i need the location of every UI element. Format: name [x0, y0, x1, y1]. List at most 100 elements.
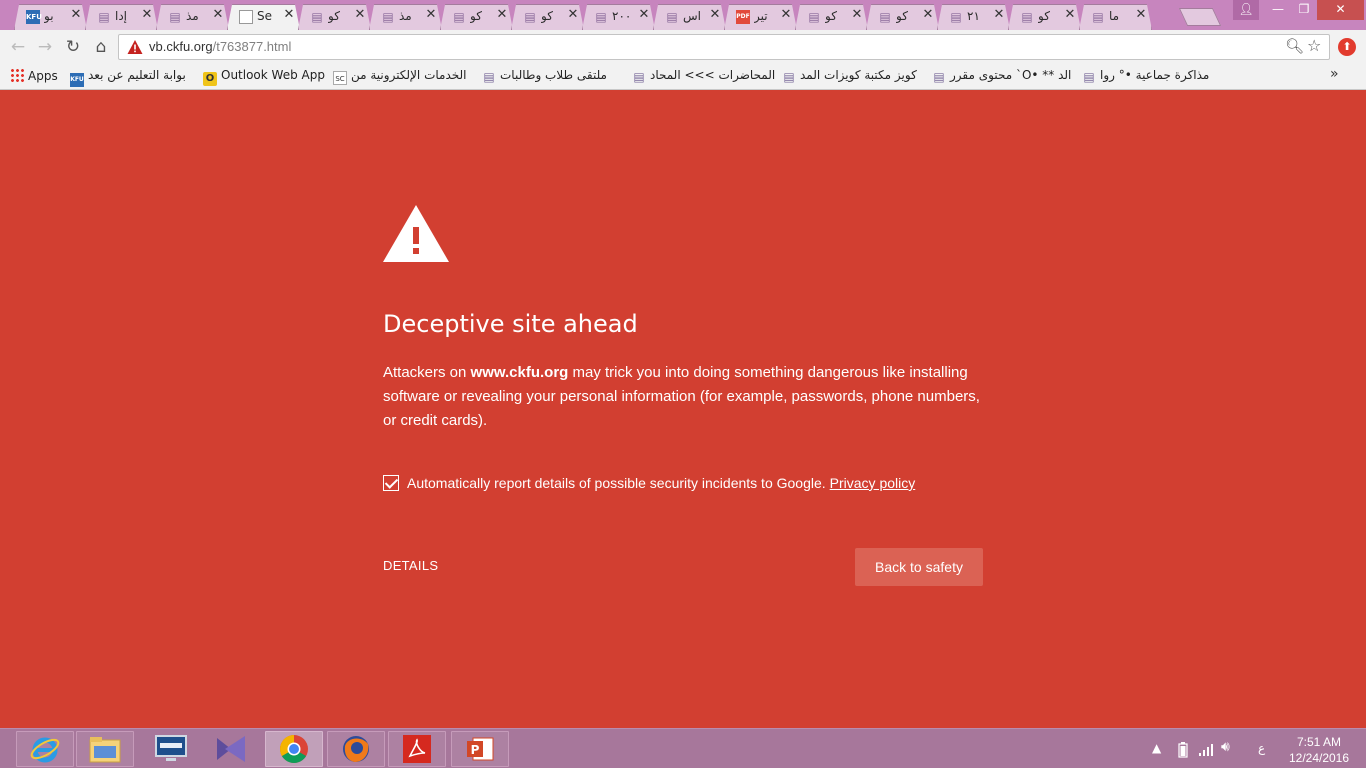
close-tab-icon[interactable]: ✕ [353, 7, 367, 23]
browser-tab[interactable]: ▤ كو ✕ [511, 4, 584, 30]
browser-tab[interactable]: ▤ ٢٠٠ ✕ [582, 4, 655, 30]
close-tab-icon[interactable]: ✕ [282, 7, 296, 23]
page-icon: ▤ [933, 70, 945, 84]
browser-toolbar: ← → ↻ ⌂ vb.ckfu.org/t763877.html 🔍︎ ☆ ⬆ [0, 30, 1366, 64]
bookmark-apps[interactable]: Apps [10, 68, 58, 86]
bookmark-item[interactable]: ▤ المحاضرات >>> المحاد [632, 68, 775, 86]
close-tab-icon[interactable]: ✕ [211, 7, 225, 23]
tab-title: اس [683, 9, 701, 23]
close-tab-icon[interactable]: ✕ [140, 7, 154, 23]
page-icon: ▤ [169, 10, 181, 24]
browser-tab[interactable]: ▤ اس ✕ [653, 4, 726, 30]
svg-text:P: P [471, 743, 480, 757]
system-clock[interactable]: 7:51 AM 12/24/2016 [1284, 734, 1354, 766]
clock-date: 12/24/2016 [1288, 751, 1350, 765]
bookmark-star-icon[interactable]: ☆ [1307, 36, 1321, 55]
new-tab-button[interactable] [1178, 8, 1222, 26]
bookmark-item[interactable]: ▤ محتوى مقرر `O• ** الد [932, 68, 1071, 86]
close-tab-icon[interactable]: ✕ [992, 7, 1006, 23]
taskbar-firefox[interactable] [327, 731, 385, 767]
close-tab-icon[interactable]: ✕ [1063, 7, 1077, 23]
close-tab-icon[interactable]: ✕ [779, 7, 793, 23]
taskbar-file-explorer[interactable] [76, 731, 134, 767]
close-tab-icon[interactable]: ✕ [495, 7, 509, 23]
tab-title: ما [1109, 9, 1120, 23]
report-checkbox[interactable] [383, 474, 399, 491]
close-window-button[interactable]: ✕ [1317, 0, 1364, 20]
tab-title: مذ [186, 9, 199, 23]
warning-triangle-icon [383, 205, 449, 262]
tab-title: ٢١ [967, 9, 980, 23]
close-tab-icon[interactable]: ✕ [850, 7, 864, 23]
close-tab-icon[interactable]: ✕ [921, 7, 935, 23]
bookmark-item[interactable]: KFU بوابة التعليم عن بعد [70, 68, 186, 87]
reload-button[interactable]: ↻ [62, 36, 84, 58]
more-bookmarks-icon[interactable]: » [1330, 66, 1339, 82]
taskbar-acrobat[interactable] [388, 731, 446, 767]
browser-tab[interactable]: ▤ كو ✕ [866, 4, 939, 30]
close-tab-icon[interactable]: ✕ [424, 7, 438, 23]
bookmark-label: بوابة التعليم عن بعد [88, 68, 186, 82]
page-icon: ▤ [1092, 10, 1104, 24]
browser-tab-active[interactable]: Se ✕ [227, 4, 300, 30]
browser-tab[interactable]: PDF تير ✕ [724, 4, 797, 30]
forward-button[interactable]: → [34, 36, 56, 58]
taskbar-visual-studio[interactable] [202, 731, 260, 767]
tab-title: تير [754, 9, 768, 23]
close-tab-icon[interactable]: ✕ [637, 7, 651, 23]
close-tab-icon[interactable]: ✕ [69, 7, 83, 23]
back-to-safety-button[interactable]: Back to safety [855, 547, 983, 586]
restore-button[interactable]: ❐ [1291, 0, 1317, 20]
bookmark-item[interactable]: SC الخدمات الإلكترونية من [333, 68, 467, 86]
warning-message: Attackers on www.ckfu.org may trick you … [383, 361, 983, 433]
url-path: /t763877.html [212, 39, 292, 54]
close-tab-icon[interactable]: ✕ [566, 7, 580, 23]
signal-icon[interactable] [1198, 743, 1214, 757]
bookmark-item[interactable]: ▤ ملتقى طلاب وطالبات [482, 68, 607, 86]
danger-warning-icon[interactable] [127, 39, 143, 55]
show-hidden-icons[interactable]: ▲ [1152, 741, 1161, 755]
back-button[interactable]: ← [7, 36, 29, 58]
taskbar-powerpoint[interactable]: P [451, 731, 509, 767]
zoom-icon[interactable]: 🔍︎ [1285, 37, 1304, 55]
bookmark-item[interactable]: ▤ مذاكرة جماعية •° روا [1082, 68, 1209, 86]
browser-tab[interactable]: ▤ كو ✕ [795, 4, 868, 30]
browser-tab[interactable]: ▤ إدا ✕ [85, 4, 158, 30]
folder-icon [89, 737, 121, 763]
reload-icon: ↻ [65, 37, 81, 57]
privacy-policy-link[interactable]: Privacy policy [830, 474, 916, 492]
browser-tab[interactable]: ▤ ما ✕ [1079, 4, 1152, 30]
details-button[interactable]: DETAILS [383, 558, 438, 573]
page-icon: ▤ [453, 10, 465, 24]
extension-icon[interactable]: ⬆ [1338, 38, 1356, 56]
volume-icon[interactable]: 🔊︎ [1221, 739, 1230, 755]
browser-tab[interactable]: ▤ مذ ✕ [369, 4, 442, 30]
minimize-button[interactable]: — [1265, 0, 1291, 20]
browser-tab[interactable]: ▤ كو ✕ [440, 4, 513, 30]
taskbar-lenovo[interactable] [142, 731, 200, 767]
bookmark-item[interactable]: O Outlook Web App [203, 68, 325, 86]
browser-tab[interactable]: ▤ كو ✕ [298, 4, 371, 30]
bookmark-item[interactable]: ▤ كويز مكتبة كويزات المد [782, 68, 916, 86]
browser-tab[interactable]: ▤ مذ ✕ [156, 4, 229, 30]
url-text[interactable]: vb.ckfu.org/t763877.html [149, 39, 291, 54]
page-heading: Deceptive site ahead [383, 310, 638, 338]
close-tab-icon[interactable]: ✕ [1134, 7, 1148, 23]
battery-icon[interactable] [1178, 742, 1188, 758]
profile-button[interactable]: 👤︎ [1233, 0, 1259, 20]
taskbar-internet-explorer[interactable] [16, 731, 74, 767]
taskbar-chrome[interactable] [265, 731, 323, 767]
home-button[interactable]: ⌂ [90, 36, 112, 58]
page-icon: ▤ [382, 10, 394, 24]
browser-tab[interactable]: KFU بو ✕ [14, 4, 87, 30]
browser-tab[interactable]: ▤ كو ✕ [1008, 4, 1081, 30]
visual-studio-icon [217, 736, 245, 762]
tab-title: كو [328, 9, 340, 23]
address-bar[interactable]: vb.ckfu.org/t763877.html 🔍︎ ☆ [118, 34, 1330, 60]
bookmark-label: Outlook Web App [221, 68, 325, 82]
tab-title: كو [470, 9, 482, 23]
input-language[interactable]: ع [1258, 741, 1265, 755]
tab-title: مذ [399, 9, 412, 23]
close-tab-icon[interactable]: ✕ [708, 7, 722, 23]
browser-tab[interactable]: ▤ ٢١ ✕ [937, 4, 1010, 30]
